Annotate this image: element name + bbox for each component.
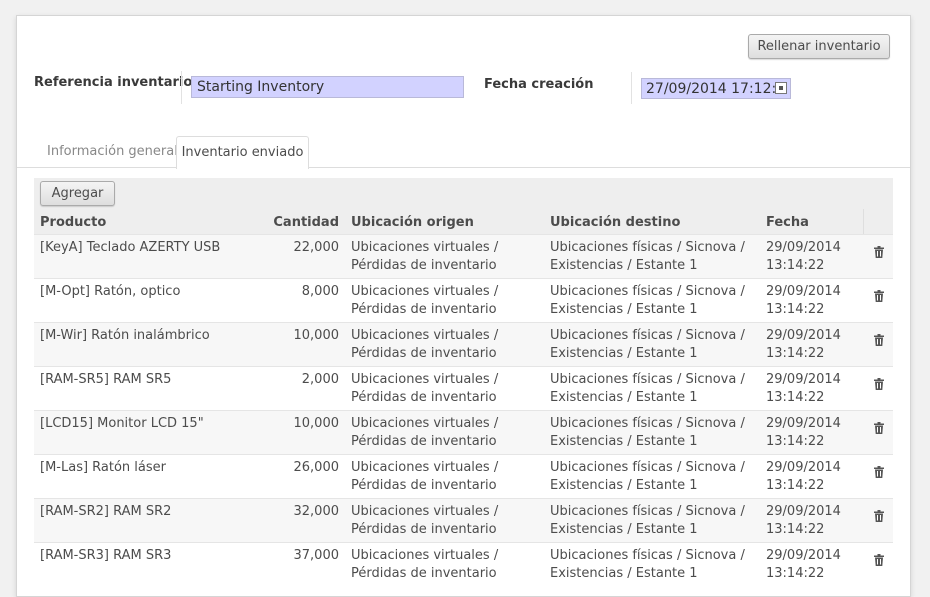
cell-destination: Ubicaciones físicas / Sicnova / Existenci… bbox=[550, 240, 745, 273]
column-header-quantity[interactable]: Cantidad bbox=[254, 215, 339, 230]
calendar-icon[interactable] bbox=[775, 82, 787, 94]
cell-quantity: 10,000 bbox=[293, 328, 340, 343]
cell-product: [M-Wir] Ratón inalámbrico bbox=[40, 328, 210, 343]
table-row[interactable]: [RAM-SR5] RAM SR5 2,000 Ubicaciones virt… bbox=[34, 366, 893, 410]
table-row[interactable]: [RAM-SR2] RAM SR2 32,000 Ubicaciones vir… bbox=[34, 498, 893, 542]
tab-sent-inventory[interactable]: Inventario enviado bbox=[176, 136, 309, 169]
trash-icon[interactable] bbox=[874, 290, 884, 302]
cell-destination: Ubicaciones físicas / Sicnova / Existenci… bbox=[550, 328, 745, 361]
tabs-divider bbox=[17, 167, 910, 168]
table-row[interactable]: [KeyA] Teclado AZERTY USB 22,000 Ubicaci… bbox=[34, 234, 893, 278]
trash-icon[interactable] bbox=[874, 422, 884, 434]
cell-product: [LCD15] Monitor LCD 15" bbox=[40, 416, 204, 431]
cell-origin: Ubicaciones virtuales / Pérdidas de inven… bbox=[351, 460, 499, 493]
header-divider bbox=[863, 209, 864, 234]
cell-destination: Ubicaciones físicas / Sicnova / Existenci… bbox=[550, 460, 745, 493]
cell-origin: Ubicaciones virtuales / Pérdidas de inven… bbox=[351, 328, 499, 361]
cell-origin: Ubicaciones virtuales / Pérdidas de inven… bbox=[351, 284, 499, 317]
column-header-destination[interactable]: Ubicación destino bbox=[550, 215, 680, 230]
trash-icon[interactable] bbox=[874, 554, 884, 566]
cell-destination: Ubicaciones físicas / Sicnova / Existenci… bbox=[550, 372, 745, 405]
column-header-date[interactable]: Fecha bbox=[766, 215, 809, 230]
column-header-product[interactable]: Producto bbox=[40, 215, 106, 230]
cell-product: [M-Las] Ratón láser bbox=[40, 460, 166, 475]
list-header: Agregar Producto Cantidad Ubicación orig… bbox=[34, 178, 893, 234]
reference-input[interactable]: Starting Inventory bbox=[191, 76, 464, 98]
cell-destination: Ubicaciones físicas / Sicnova / Existenci… bbox=[550, 284, 745, 317]
cell-quantity: 10,000 bbox=[293, 416, 340, 431]
cell-date: 29/09/2014 13:14:22 bbox=[766, 372, 841, 405]
cell-destination: Ubicaciones físicas / Sicnova / Existenci… bbox=[550, 416, 745, 449]
inventory-lines: [KeyA] Teclado AZERTY USB 22,000 Ubicaci… bbox=[34, 234, 893, 586]
column-header-origin[interactable]: Ubicación origen bbox=[351, 215, 474, 230]
table-row[interactable]: [RAM-SR3] RAM SR3 37,000 Ubicaciones vir… bbox=[34, 542, 893, 586]
fill-inventory-button[interactable]: Rellenar inventario bbox=[748, 34, 890, 59]
trash-icon[interactable] bbox=[874, 378, 884, 390]
cell-date: 29/09/2014 13:14:22 bbox=[766, 240, 841, 273]
cell-quantity: 8,000 bbox=[301, 284, 339, 299]
cell-quantity: 22,000 bbox=[293, 240, 340, 255]
cell-origin: Ubicaciones virtuales / Pérdidas de inven… bbox=[351, 372, 499, 405]
cell-product: [M-Opt] Ratón, optico bbox=[40, 284, 181, 299]
cell-destination: Ubicaciones físicas / Sicnova / Existenci… bbox=[550, 548, 745, 581]
cell-date: 29/09/2014 13:14:22 bbox=[766, 284, 841, 317]
trash-icon[interactable] bbox=[874, 246, 884, 258]
cell-origin: Ubicaciones virtuales / Pérdidas de inven… bbox=[351, 416, 499, 449]
table-row[interactable]: [LCD15] Monitor LCD 15" 10,000 Ubicacion… bbox=[34, 410, 893, 454]
cell-product: [RAM-SR5] RAM SR5 bbox=[40, 372, 172, 387]
trash-icon[interactable] bbox=[874, 334, 884, 346]
cell-product: [RAM-SR2] RAM SR2 bbox=[40, 504, 172, 519]
cell-destination: Ubicaciones físicas / Sicnova / Existenci… bbox=[550, 504, 745, 537]
cell-quantity: 26,000 bbox=[293, 460, 340, 475]
cell-quantity: 2,000 bbox=[301, 372, 339, 387]
cell-quantity: 32,000 bbox=[293, 504, 340, 519]
cell-product: [RAM-SR3] RAM SR3 bbox=[40, 548, 172, 563]
cell-origin: Ubicaciones virtuales / Pérdidas de inven… bbox=[351, 240, 499, 273]
field-divider bbox=[181, 71, 182, 104]
inventory-form-sheet: Rellenar inventario Referencia inventari… bbox=[16, 15, 911, 597]
trash-icon[interactable] bbox=[874, 466, 884, 478]
date-label: Fecha creación bbox=[484, 77, 594, 92]
date-input[interactable]: 27/09/2014 17:12:1 bbox=[641, 78, 791, 99]
reference-label: Referencia inventario bbox=[34, 75, 193, 90]
cell-quantity: 37,000 bbox=[293, 548, 340, 563]
cell-date: 29/09/2014 13:14:22 bbox=[766, 460, 841, 493]
cell-product: [KeyA] Teclado AZERTY USB bbox=[40, 240, 221, 255]
cell-date: 29/09/2014 13:14:22 bbox=[766, 548, 841, 581]
add-line-button[interactable]: Agregar bbox=[40, 181, 115, 206]
table-row[interactable]: [M-Las] Ratón láser 26,000 Ubicaciones v… bbox=[34, 454, 893, 498]
table-row[interactable]: [M-Opt] Ratón, optico 8,000 Ubicaciones … bbox=[34, 278, 893, 322]
tab-general-info[interactable]: Información general bbox=[35, 136, 190, 167]
cell-date: 29/09/2014 13:14:22 bbox=[766, 504, 841, 537]
trash-icon[interactable] bbox=[874, 510, 884, 522]
cell-date: 29/09/2014 13:14:22 bbox=[766, 328, 841, 361]
field-divider bbox=[631, 72, 632, 104]
cell-date: 29/09/2014 13:14:22 bbox=[766, 416, 841, 449]
table-row[interactable]: [M-Wir] Ratón inalámbrico 10,000 Ubicaci… bbox=[34, 322, 893, 366]
cell-origin: Ubicaciones virtuales / Pérdidas de inven… bbox=[351, 548, 499, 581]
cell-origin: Ubicaciones virtuales / Pérdidas de inven… bbox=[351, 504, 499, 537]
